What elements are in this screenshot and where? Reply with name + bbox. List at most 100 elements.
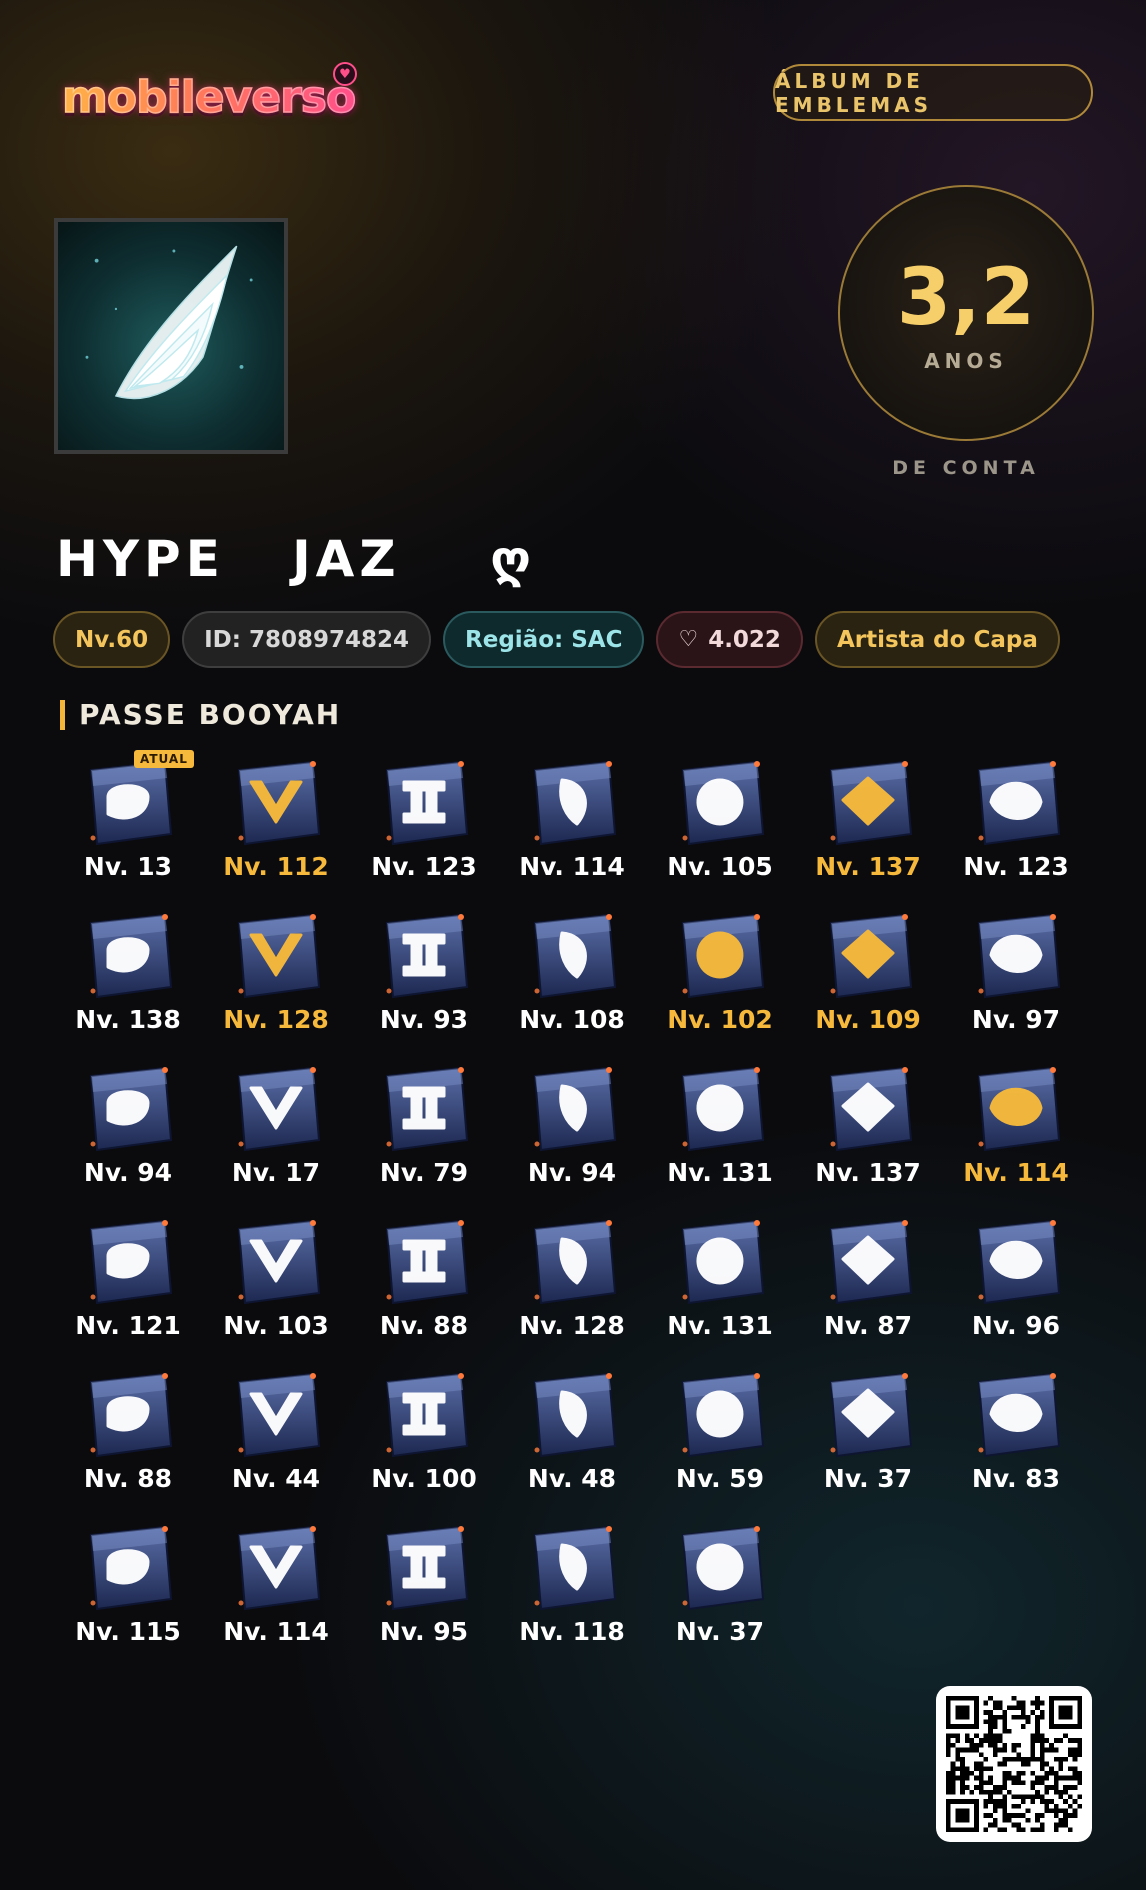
badge-item[interactable]: Nv. 131 <box>646 1058 794 1211</box>
badge-item[interactable]: Nv. 88 <box>54 1364 202 1517</box>
badge-emblem-icon <box>961 752 1071 852</box>
badge-level-label: Nv. 114 <box>223 1617 329 1646</box>
badge-level-label: Nv. 13 <box>83 852 173 881</box>
badge-item[interactable]: Nv. 95 <box>350 1517 498 1670</box>
badge-album-button[interactable]: ÁLBUM DE EMBLEMAS <box>773 64 1093 121</box>
badge-emblem-icon <box>517 1058 627 1158</box>
badge-item[interactable]: Nv. 131 <box>646 1211 794 1364</box>
badge-level-label: Nv. 94 <box>83 1158 173 1187</box>
badge-level-label: Nv. 108 <box>519 1005 625 1034</box>
angel-wing-icon <box>85 245 253 400</box>
badge-level-label: Nv. 118 <box>519 1617 625 1646</box>
badge-emblem-icon <box>73 1211 183 1311</box>
badge-item[interactable]: Nv. 17 <box>202 1058 350 1211</box>
badge-level-label: Nv. 138 <box>75 1005 181 1034</box>
badge-item[interactable]: Nv. 114 <box>498 752 646 905</box>
badge-emblem-icon <box>517 1211 627 1311</box>
badge-level-label: Nv. 115 <box>75 1617 181 1646</box>
badge-item[interactable]: Nv. 59 <box>646 1364 794 1517</box>
badge-level-label: Nv. 112 <box>223 852 329 881</box>
badge-level-label: Nv. 114 <box>963 1158 1069 1187</box>
badge-emblem-icon <box>73 1058 183 1158</box>
badge-item[interactable]: Nv. 79 <box>350 1058 498 1211</box>
badge-emblem-icon <box>665 1211 775 1311</box>
badge-item[interactable]: Nv. 123 <box>942 752 1090 905</box>
badge-item[interactable]: Nv. 100 <box>350 1364 498 1517</box>
badge-level-label: Nv. 137 <box>815 1158 921 1187</box>
badge-item[interactable]: Nv. 37 <box>794 1364 942 1517</box>
badge-item[interactable]: Nv. 105 <box>646 752 794 905</box>
badge-emblem-icon <box>665 905 775 1005</box>
badge-emblem-icon <box>369 1364 479 1464</box>
badge-item[interactable]: Nv. 87 <box>794 1211 942 1364</box>
badge-emblem-icon <box>813 905 923 1005</box>
badge-emblem-icon <box>665 752 775 852</box>
badge-item[interactable]: Nv. 102 <box>646 905 794 1058</box>
badge-item[interactable]: Nv. 44 <box>202 1364 350 1517</box>
badge-emblem-icon <box>517 905 627 1005</box>
badge-level-label: Nv. 37 <box>675 1617 765 1646</box>
badge-emblem-icon <box>221 1211 331 1311</box>
badge-level-label: Nv. 128 <box>519 1311 625 1340</box>
badge-level-label: Nv. 88 <box>379 1311 469 1340</box>
badge-item[interactable]: Nv. 138 <box>54 905 202 1058</box>
badge-level-label: Nv. 97 <box>971 1005 1061 1034</box>
badge-item[interactable]: Nv. 137 <box>794 1058 942 1211</box>
profile-chips: Nv.60 ID: 7808974824 Região: SAC ♡ 4.022… <box>53 611 1060 668</box>
badge-item[interactable]: Nv. 93 <box>350 905 498 1058</box>
account-years-unit: ANOS <box>924 349 1008 373</box>
badge-item[interactable]: Nv. 83 <box>942 1364 1090 1517</box>
badge-level-label: Nv. 121 <box>75 1311 181 1340</box>
badge-item[interactable]: Nv. 88 <box>350 1211 498 1364</box>
badge-emblem-icon <box>517 752 627 852</box>
badge-emblem-icon <box>517 1517 627 1617</box>
badge-item[interactable]: Nv. 115 <box>54 1517 202 1670</box>
badge-item[interactable]: Nv. 114 <box>942 1058 1090 1211</box>
badge-emblem-icon <box>221 1058 331 1158</box>
badge-item[interactable]: Nv. 37 <box>646 1517 794 1670</box>
badge-level-label: Nv. 123 <box>371 852 477 881</box>
qr-code <box>936 1686 1092 1842</box>
badge-item[interactable]: ATUAL Nv. 13 <box>54 750 202 905</box>
badge-emblem-icon <box>369 905 479 1005</box>
badge-item[interactable]: Nv. 48 <box>498 1364 646 1517</box>
badge-item[interactable]: Nv. 112 <box>202 752 350 905</box>
badge-item[interactable]: Nv. 96 <box>942 1211 1090 1364</box>
badge-item[interactable]: Nv. 137 <box>794 752 942 905</box>
badge-emblem-icon <box>517 1364 627 1464</box>
likes-count: 4.022 <box>708 626 781 653</box>
badge-item[interactable]: Nv. 114 <box>202 1517 350 1670</box>
badge-level-label: Nv. 87 <box>823 1311 913 1340</box>
region-chip: Região: SAC <box>443 611 645 668</box>
badge-level-label: Nv. 93 <box>379 1005 469 1034</box>
badge-item[interactable]: Nv. 123 <box>350 752 498 905</box>
badge-item[interactable]: Nv. 128 <box>498 1211 646 1364</box>
section-title: PASSE BOOYAH <box>60 700 341 730</box>
badge-emblem-icon <box>961 1364 1071 1464</box>
badge-item[interactable]: Nv. 94 <box>498 1058 646 1211</box>
badge-level-label: Nv. 96 <box>971 1311 1061 1340</box>
badge-level-label: Nv. 59 <box>675 1464 765 1493</box>
badge-emblem-icon <box>369 752 479 852</box>
current-badge-tag: ATUAL <box>134 750 194 768</box>
badge-level-label: Nv. 83 <box>971 1464 1061 1493</box>
badge-item[interactable]: Nv. 108 <box>498 905 646 1058</box>
badge-item[interactable]: Nv. 118 <box>498 1517 646 1670</box>
badge-item[interactable]: Nv. 94 <box>54 1058 202 1211</box>
badge-item[interactable]: Nv. 103 <box>202 1211 350 1364</box>
badge-item[interactable]: Nv. 109 <box>794 905 942 1058</box>
badge-item[interactable]: Nv. 97 <box>942 905 1090 1058</box>
qr-code-icon <box>946 1696 1082 1832</box>
badge-level-label: Nv. 48 <box>527 1464 617 1493</box>
badge-level-label: Nv. 128 <box>223 1005 329 1034</box>
badge-emblem-icon <box>813 1364 923 1464</box>
badge-level-label: Nv. 95 <box>379 1617 469 1646</box>
player-name: HYPE JAZ ღ <box>56 530 536 588</box>
badge-emblem-icon <box>813 1058 923 1158</box>
badge-emblem-icon <box>221 905 331 1005</box>
badge-item[interactable]: Nv. 128 <box>202 905 350 1058</box>
badge-emblem-icon <box>665 1517 775 1617</box>
badge-item[interactable]: Nv. 121 <box>54 1211 202 1364</box>
badge-level-label: Nv. 137 <box>815 852 921 881</box>
badge-level-label: Nv. 103 <box>223 1311 329 1340</box>
